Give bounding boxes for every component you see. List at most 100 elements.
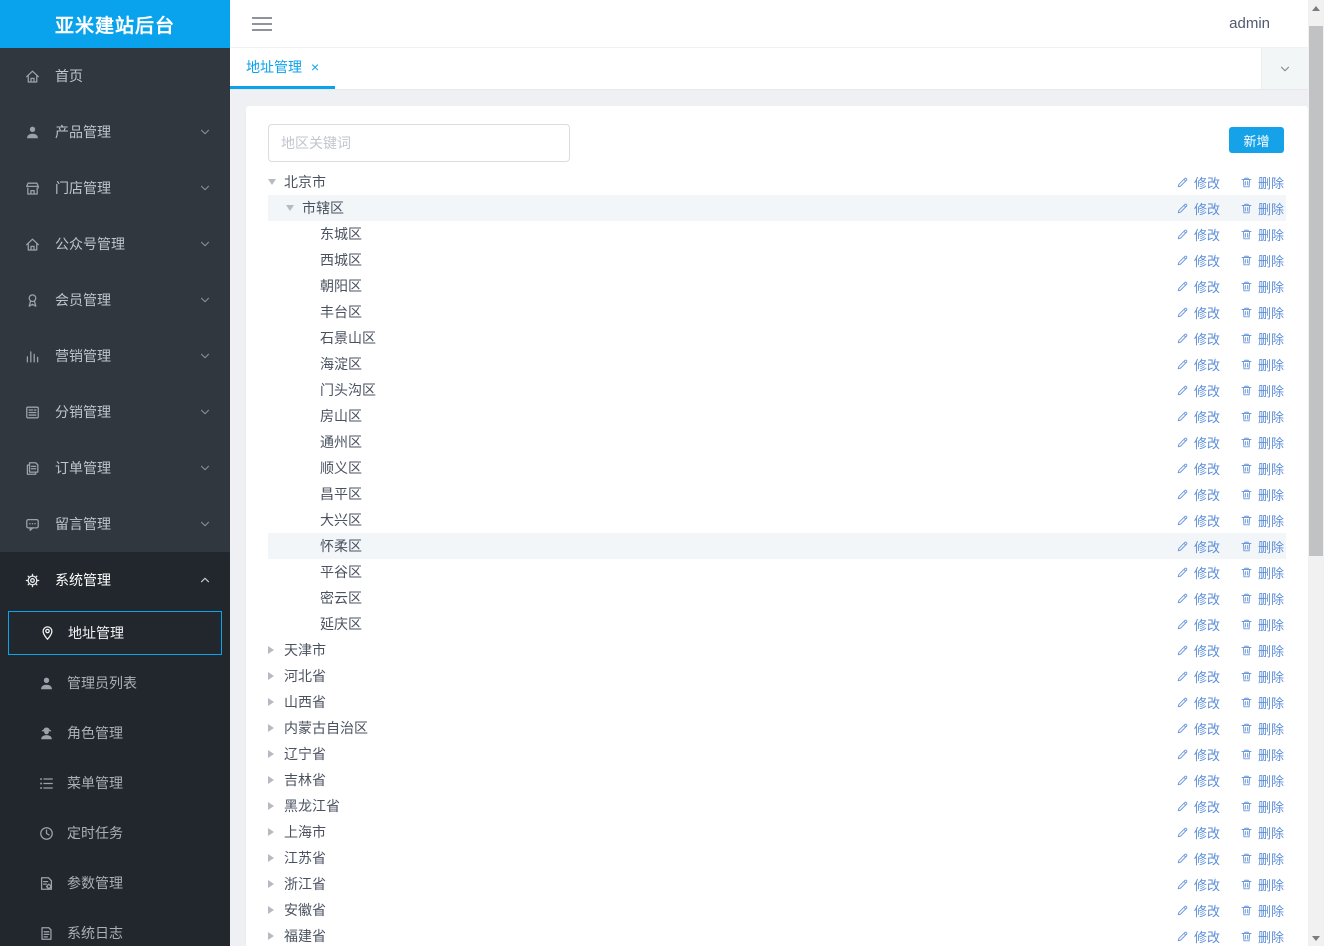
tree-row[interactable]: 上海市 修改 删除 [268,819,1286,845]
sidebar-item-system[interactable]: 系统管理 [0,552,230,608]
tree-row[interactable]: 丰台区 修改 删除 [268,299,1286,325]
edit-link[interactable]: 修改 [1176,329,1220,348]
tree-row[interactable]: 黑龙江省 修改 删除 [268,793,1286,819]
tree-row[interactable]: 浙江省 修改 删除 [268,871,1286,897]
tree-node[interactable]: 延庆区 [268,614,1176,634]
edit-link[interactable]: 修改 [1176,199,1220,218]
tree-row[interactable]: 市辖区 修改 删除 [268,195,1286,221]
tree-row[interactable]: 密云区 修改 删除 [268,585,1286,611]
delete-link[interactable]: 删除 [1240,511,1284,530]
delete-link[interactable]: 删除 [1240,355,1284,374]
tree-row[interactable]: 西城区 修改 删除 [268,247,1286,273]
tree-node[interactable]: 通州区 [268,432,1176,452]
tree-expand-icon[interactable] [268,802,284,810]
delete-link[interactable]: 删除 [1240,199,1284,218]
tree-node[interactable]: 上海市 [268,822,1176,842]
edit-link[interactable]: 修改 [1176,589,1220,608]
tree-expand-icon[interactable] [268,672,284,680]
tree-expand-icon[interactable] [268,906,284,914]
tree-row[interactable]: 怀柔区 修改 删除 [268,533,1286,559]
tree-expand-icon[interactable] [268,646,284,654]
tree-row[interactable]: 石景山区 修改 删除 [268,325,1286,351]
tree-expand-icon[interactable] [268,828,284,836]
delete-link[interactable]: 删除 [1240,875,1284,894]
edit-link[interactable]: 修改 [1176,667,1220,686]
edit-link[interactable]: 修改 [1176,693,1220,712]
edit-link[interactable]: 修改 [1176,433,1220,452]
user-menu[interactable]: admin [1229,15,1270,32]
tree-node[interactable]: 天津市 [268,640,1176,660]
tree-node[interactable]: 西城区 [268,250,1176,270]
tree-row[interactable]: 海淀区 修改 删除 [268,351,1286,377]
delete-link[interactable]: 删除 [1240,459,1284,478]
scrollbar-thumb[interactable] [1309,26,1323,556]
delete-link[interactable]: 删除 [1240,485,1284,504]
edit-link[interactable]: 修改 [1176,381,1220,400]
edit-link[interactable]: 修改 [1176,901,1220,920]
edit-link[interactable]: 修改 [1176,875,1220,894]
edit-link[interactable]: 修改 [1176,277,1220,296]
delete-link[interactable]: 删除 [1240,719,1284,738]
search-input[interactable] [268,124,570,162]
sidebar-item-5[interactable]: 营销管理 [0,328,230,384]
tree-row[interactable]: 辽宁省 修改 删除 [268,741,1286,767]
edit-link[interactable]: 修改 [1176,225,1220,244]
sidebar-subitem-6[interactable]: 系统日志 [0,908,230,946]
delete-link[interactable]: 删除 [1240,589,1284,608]
tree-node[interactable]: 安徽省 [268,900,1176,920]
tree-row[interactable]: 福建省 修改 删除 [268,923,1286,946]
edit-link[interactable]: 修改 [1176,797,1220,816]
tree-node[interactable]: 海淀区 [268,354,1176,374]
tree-node[interactable]: 丰台区 [268,302,1176,322]
sidebar-item-2[interactable]: 门店管理 [0,160,230,216]
sidebar-subitem-2[interactable]: 角色管理 [0,708,230,758]
sidebar-subitem-0[interactable]: 地址管理 [8,611,222,655]
scrollbar-down-icon[interactable] [1308,930,1324,946]
tree-node[interactable]: 内蒙古自治区 [268,718,1176,738]
edit-link[interactable]: 修改 [1176,303,1220,322]
tree-row[interactable]: 顺义区 修改 删除 [268,455,1286,481]
sidebar-item-4[interactable]: 会员管理 [0,272,230,328]
edit-link[interactable]: 修改 [1176,511,1220,530]
tab-close-icon[interactable]: × [311,60,319,74]
tree-expand-icon[interactable] [268,698,284,706]
tree-expand-icon[interactable] [286,205,302,211]
delete-link[interactable]: 删除 [1240,693,1284,712]
tab-address-management[interactable]: 地址管理 × [230,48,336,89]
tree-row[interactable]: 山西省 修改 删除 [268,689,1286,715]
sidebar-item-0[interactable]: 首页 [0,48,230,104]
delete-link[interactable]: 删除 [1240,927,1284,946]
tree-node[interactable]: 江苏省 [268,848,1176,868]
tree-node[interactable]: 门头沟区 [268,380,1176,400]
tree-node[interactable]: 北京市 [268,172,1176,192]
edit-link[interactable]: 修改 [1176,615,1220,634]
sidebar-subitem-5[interactable]: 参数管理 [0,858,230,908]
sidebar-item-1[interactable]: 产品管理 [0,104,230,160]
delete-link[interactable]: 删除 [1240,225,1284,244]
tree-node[interactable]: 平谷区 [268,562,1176,582]
tree-row[interactable]: 江苏省 修改 删除 [268,845,1286,871]
delete-link[interactable]: 删除 [1240,745,1284,764]
tree-row[interactable]: 延庆区 修改 删除 [268,611,1286,637]
delete-link[interactable]: 删除 [1240,901,1284,920]
tree-row[interactable]: 北京市 修改 删除 [268,169,1286,195]
tree-expand-icon[interactable] [268,854,284,862]
edit-link[interactable]: 修改 [1176,251,1220,270]
tree-node[interactable]: 朝阳区 [268,276,1176,296]
sidebar-subitem-3[interactable]: 菜单管理 [0,758,230,808]
tree-node[interactable]: 顺义区 [268,458,1176,478]
edit-link[interactable]: 修改 [1176,745,1220,764]
tree-row[interactable]: 平谷区 修改 删除 [268,559,1286,585]
delete-link[interactable]: 删除 [1240,277,1284,296]
sidebar-item-7[interactable]: 订单管理 [0,440,230,496]
tree-row[interactable]: 天津市 修改 删除 [268,637,1286,663]
tree-node[interactable]: 怀柔区 [268,536,1176,556]
sidebar-item-8[interactable]: 留言管理 [0,496,230,552]
delete-link[interactable]: 删除 [1240,823,1284,842]
delete-link[interactable]: 删除 [1240,771,1284,790]
tree-node[interactable]: 黑龙江省 [268,796,1176,816]
sidebar-item-3[interactable]: 公众号管理 [0,216,230,272]
add-button[interactable]: 新增 [1229,127,1284,153]
edit-link[interactable]: 修改 [1176,823,1220,842]
tree-row[interactable]: 朝阳区 修改 删除 [268,273,1286,299]
